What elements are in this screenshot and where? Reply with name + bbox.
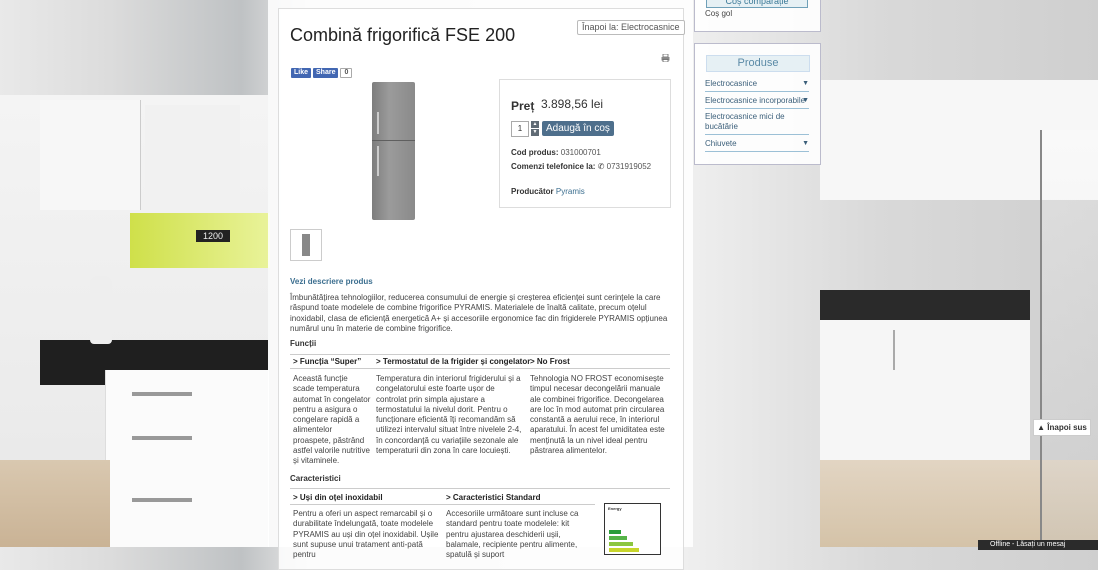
price-label: Preț bbox=[511, 99, 535, 113]
sidebar-item-mici-bucatarie[interactable]: Electrocasnice mici de bucătărie bbox=[705, 112, 809, 135]
phone-row: Comenzi telefonice la: ✆ 0731919052 bbox=[511, 162, 652, 171]
divider bbox=[290, 368, 670, 369]
product-code-row: Cod produs: 031000701 bbox=[511, 148, 601, 157]
function-text-2: Temperatura din interiorul frigiderului … bbox=[376, 374, 522, 456]
quantity-down-button[interactable]: ▼ bbox=[531, 129, 539, 136]
product-image[interactable] bbox=[372, 82, 415, 220]
characteristic-text-2: Accesoriile următoare sunt incluse ca st… bbox=[446, 509, 579, 560]
energy-bar bbox=[609, 536, 627, 540]
offline-chat-tab[interactable]: Offline - Lăsați un mesaj bbox=[978, 540, 1098, 550]
description-text: Îmbunătățirea tehnologiilor, reducerea c… bbox=[290, 293, 668, 333]
cart-empty-text: Coș gol bbox=[705, 9, 733, 18]
characteristics-heading: Caracteristici bbox=[290, 474, 341, 483]
divider bbox=[290, 354, 670, 355]
chevron-down-icon[interactable]: ▼ bbox=[802, 79, 809, 89]
back-to-category-link[interactable]: Înapoi la: Electrocasnice bbox=[577, 20, 685, 35]
chevron-down-icon[interactable]: ▼ bbox=[802, 96, 809, 106]
price-value: 3.898,56 lei bbox=[541, 97, 604, 111]
function-title-2: > Termostatul de la frigider și congelat… bbox=[376, 357, 531, 366]
divider bbox=[290, 488, 670, 489]
share-count: 0 bbox=[340, 68, 353, 78]
characteristic-title-2: > Caracteristici Standard bbox=[446, 493, 541, 502]
add-to-cart-button[interactable]: Adaugă în coș bbox=[542, 121, 614, 136]
sidebar-item-chiuvete[interactable]: Chiuvete ▼ bbox=[705, 139, 809, 152]
characteristic-title-1: > Uși din oțel inoxidabil bbox=[293, 493, 383, 502]
energy-bar bbox=[609, 530, 621, 534]
function-text-3: Tehnologia NO FROST economisește timpul … bbox=[530, 374, 665, 456]
arrow-up-icon: ▲ bbox=[1037, 423, 1046, 432]
energy-bar bbox=[609, 542, 633, 546]
energy-bar bbox=[609, 548, 639, 552]
compare-title: Coș comparație bbox=[706, 0, 808, 8]
product-thumbnail[interactable] bbox=[290, 229, 322, 261]
function-title-3: > No Frost bbox=[530, 357, 570, 366]
function-text-1: Această funcție scade temperatura automa… bbox=[293, 374, 371, 466]
print-icon[interactable] bbox=[661, 54, 670, 62]
function-title-1: > Funcția “Super” bbox=[293, 357, 362, 366]
quantity-input[interactable]: 1 bbox=[511, 121, 529, 137]
back-to-top-button[interactable]: ▲ Înapoi sus bbox=[1033, 419, 1091, 436]
facebook-share-button[interactable]: Share bbox=[313, 68, 339, 78]
quantity-up-button[interactable]: ▲ bbox=[531, 121, 539, 128]
energy-label-image[interactable]: Energy bbox=[604, 503, 661, 555]
page-title: Combină frigorifică FSE 200 bbox=[290, 25, 516, 45]
description-heading[interactable]: Vezi descriere produs bbox=[290, 277, 373, 286]
facebook-buttons: Like Share 0 bbox=[291, 68, 353, 78]
producer-row: Producător Pyramis bbox=[511, 187, 585, 196]
functions-heading: Funcții bbox=[290, 339, 317, 348]
phone-icon: ✆ bbox=[597, 162, 605, 171]
products-title: Produse bbox=[706, 55, 810, 72]
producer-link[interactable]: Pyramis bbox=[556, 187, 585, 196]
characteristic-text-1: Pentru a oferi un aspect remarcabil și o… bbox=[293, 509, 439, 560]
sidebar-item-electrocasnice[interactable]: Electrocasnice ▼ bbox=[705, 79, 809, 92]
facebook-like-button[interactable]: Like bbox=[291, 68, 312, 78]
divider bbox=[290, 504, 595, 505]
chevron-down-icon[interactable]: ▼ bbox=[802, 139, 809, 149]
sidebar-item-incorporabile[interactable]: Electrocasnice incorporabile ▼ bbox=[705, 96, 809, 109]
